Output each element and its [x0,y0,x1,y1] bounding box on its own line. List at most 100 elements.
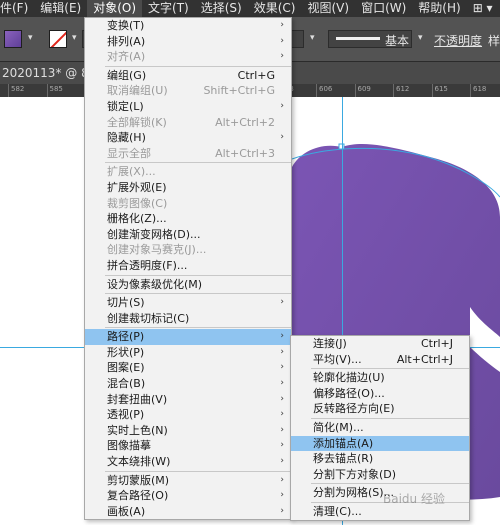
object-menu-item-17[interactable]: 拼合透明度(F)... [85,258,291,274]
menu-5[interactable]: 效果(C) [248,0,302,17]
object-menu-item-0[interactable]: 变换(T) › [85,18,291,34]
menu-item-shortcut: Alt+Ctrl+3 [215,146,275,160]
ruler-label: 615 [434,85,448,93]
menu-item-shortcut: Ctrl+G [237,68,275,82]
chevron-right-icon: › [280,393,284,404]
object-menu-item-28[interactable]: 封套扭曲(V) › [85,392,291,408]
chevron-right-icon: › [280,346,284,357]
menu-item-label: 显示全部 [107,146,151,160]
chevron-right-icon: › [280,100,284,111]
menu-item-label: 反转路径方向(E) [313,402,395,416]
chevron-right-icon: › [280,505,284,516]
path-submenu-item-9[interactable]: 移去锚点(R) [291,451,469,467]
object-menu-item-27[interactable]: 混合(B) › [85,376,291,392]
menu-2[interactable]: 对象(O) [87,0,143,17]
menu-item-label: 添加锚点(A) [313,436,374,450]
object-menu-item-25[interactable]: 形状(P) › [85,345,291,361]
ruler-tick: 612 [393,84,409,97]
menu-item-label: 拼合透明度(F)... [107,258,188,272]
object-menu-item-4[interactable]: 编组(G) Ctrl+G [85,68,291,84]
menu-item-label: 裁剪图像(C) [107,196,168,210]
object-menu-item-6[interactable]: 锁定(L) › [85,99,291,115]
ruler-tick: 615 [431,84,448,97]
path-submenu-item-7[interactable]: 简化(M)... [291,420,469,436]
chevron-right-icon: › [280,51,284,62]
menu-item-label: 混合(B) [107,377,146,391]
stroke-color-swatch[interactable] [49,30,67,48]
menu-item-label: 剪切蒙版(M) [107,473,170,487]
menu-item-label: 栅格化(Z)... [107,212,167,226]
object-menu-item-1[interactable]: 排列(A) › [85,34,291,50]
object-menu-item-22[interactable]: 创建裁切标记(C) [85,311,291,327]
object-menu-item-5: 取消编组(U) Shift+Ctrl+G [85,83,291,99]
path-submenu-item-8[interactable]: 添加锚点(A) [291,435,469,452]
path-submenu-item-5[interactable]: 反转路径方向(E) [291,401,469,417]
object-menu-item-13: 裁剪图像(C) [85,196,291,212]
object-menu-item-34[interactable]: 剪切蒙版(M) › [85,473,291,489]
menu-separator [105,274,291,276]
menu-item-label: 切片(S) [107,296,145,310]
object-menu-item-35[interactable]: 复合路径(O) › [85,488,291,504]
object-menu-item-12[interactable]: 扩展外观(E) [85,180,291,196]
object-menu-item-21[interactable]: 切片(S) › [85,295,291,311]
chevron-down-icon[interactable]: ▾ [28,33,33,43]
object-menu-item-14[interactable]: 栅格化(Z)... [85,211,291,227]
menu-0[interactable]: 件(F) [0,0,34,17]
menu-item-label: 路径(P) [107,330,145,344]
menu-item-label: 简化(M)... [313,420,364,434]
object-menu-item-2: 对齐(A) › [85,49,291,65]
opacity-label[interactable]: 不透明度 [434,32,482,49]
chevron-right-icon: › [280,362,284,373]
stroke-profile-label: 基本 [385,34,410,48]
object-menu-item-30[interactable]: 实时上色(N) › [85,423,291,439]
style-label[interactable]: 样 [488,32,500,49]
ruler-label: 582 [11,85,25,93]
object-menu-item-15[interactable]: 创建渐变网格(D)... [85,227,291,243]
menu-separator [105,293,291,295]
menu-item-shortcut: Alt+Ctrl+2 [215,115,275,129]
chevron-down-icon[interactable]: ▾ [310,33,315,43]
menu-item-label: 创建渐变网格(D)... [107,227,201,241]
ruler-tick: 609 [354,84,371,97]
variable-width-field[interactable] [290,30,304,48]
menu-4[interactable]: 选择(S) [195,0,248,17]
ruler-tick: 606 [316,84,332,97]
object-menu-item-8[interactable]: 隐藏(H) › [85,130,291,146]
path-submenu-item-0[interactable]: 连接(J) Ctrl+J [291,336,469,352]
path-submenu-item-4[interactable]: 偏移路径(O)... [291,386,469,402]
menu-separator [105,327,291,329]
object-menu-item-26[interactable]: 图案(E) › [85,360,291,376]
menu-item-shortcut: Ctrl+J [420,337,453,350]
menu-item-label: 画板(A) [107,504,146,518]
menu-item-label: 全部解锁(K) [107,115,167,129]
menu-1[interactable]: 编辑(E) [34,0,87,17]
menu-7[interactable]: 窗口(W) [355,0,412,17]
chevron-down-icon[interactable]: ▾ [72,33,77,43]
menu-8[interactable]: 帮助(H) [412,0,466,17]
path-submenu-item-1[interactable]: 平均(V)... Alt+Ctrl+J [291,352,469,368]
object-menu-item-29[interactable]: 透视(P) › [85,407,291,423]
object-menu-item-32[interactable]: 文本绕排(W) › [85,454,291,470]
object-menu-item-19[interactable]: 设为像素级优化(M) [85,277,291,293]
ruler-label: 585 [49,85,63,93]
menu-item-label: 轮廓化描边(U) [313,371,385,385]
menu-separator [311,368,469,370]
menu-9[interactable]: ⊞ ▾ [467,0,499,17]
stroke-profile-sample [336,37,380,40]
object-menu-item-36[interactable]: 画板(A) › [85,504,291,520]
menu-item-label: 设为像素级优化(M) [107,277,203,291]
menu-item-label: 图像描摹 [107,439,151,453]
object-menu-item-24[interactable]: 路径(P) › [85,329,291,345]
chevron-right-icon: › [280,456,284,467]
menu-item-shortcut: Alt+Ctrl+J [396,352,453,366]
object-menu-item-11: 扩展(X)... [85,164,291,180]
menu-3[interactable]: 文字(T) [142,0,195,17]
menu-separator [105,65,291,67]
fill-color-swatch[interactable] [4,30,22,48]
chevron-down-icon[interactable]: ▾ [418,33,423,43]
menu-item-label: 创建对象马赛克(J)... [107,243,207,257]
path-submenu-item-10[interactable]: 分割下方对象(D) [291,467,469,483]
path-submenu-item-3[interactable]: 轮廓化描边(U) [291,370,469,386]
menu-6[interactable]: 视图(V) [301,0,355,17]
object-menu-item-31[interactable]: 图像描摹 › [85,438,291,454]
